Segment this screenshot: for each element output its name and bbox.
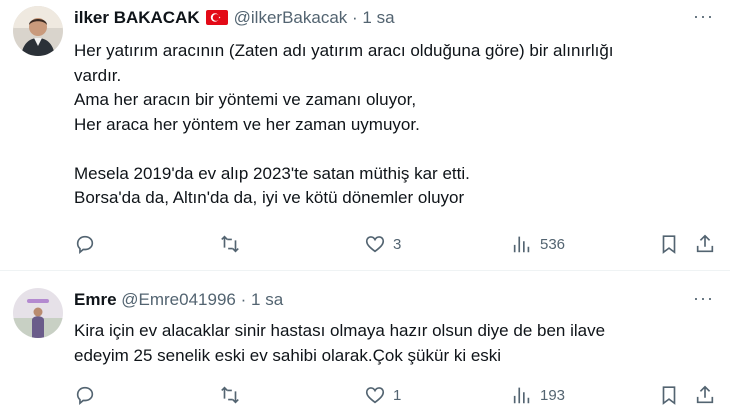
avatar[interactable]: [13, 6, 63, 56]
tweet-text-line: Mesela 2019'da ev alıp 2023'te satan müt…: [74, 163, 470, 183]
like-count: 3: [393, 235, 402, 253]
view-count: 193: [540, 386, 566, 404]
views-button[interactable]: 536: [511, 231, 565, 257]
views-button[interactable]: 193: [511, 382, 565, 408]
timestamp[interactable]: 1 sa: [251, 290, 283, 309]
tweet-text-line: vardır.: [74, 65, 122, 85]
like-count: 1: [393, 386, 402, 404]
tweet-text-line: Her yatırım aracının (Zaten adı yatırım …: [74, 41, 614, 60]
repost-button[interactable]: [219, 231, 248, 257]
separator: ·: [240, 290, 247, 309]
author-name[interactable]: ilker BAKACAK: [74, 8, 200, 27]
tweet-header: ilker BAKACAK @ilkerBakacak · 1 sa: [74, 8, 395, 32]
bookmark-button[interactable]: [658, 382, 680, 408]
share-icon: [696, 385, 714, 404]
like-button[interactable]: 1: [364, 382, 401, 408]
tweet-actions: 1 193: [74, 382, 720, 408]
repost-button[interactable]: [219, 382, 248, 408]
author-name[interactable]: Emre: [74, 290, 117, 309]
tweet-text-line: Ama her aracın bir yöntemi ve zamanı olu…: [74, 90, 417, 109]
reply-button[interactable]: [74, 231, 103, 257]
bookmark-button[interactable]: [658, 231, 680, 257]
reply-icon: [76, 235, 94, 255]
views-icon: [513, 387, 530, 404]
author-handle[interactable]: @ilkerBakacak: [234, 8, 348, 27]
bookmark-icon: [662, 386, 676, 405]
like-icon: [365, 387, 385, 404]
views-icon: [513, 236, 530, 253]
tweet-text-line: [74, 137, 690, 162]
turkey-flag-icon: [205, 10, 228, 25]
view-count: 536: [540, 235, 566, 253]
tweet-text: Her yatırım aracının (Zaten adı yatırım …: [74, 39, 690, 211]
more-icon[interactable]: ···: [693, 6, 714, 27]
tweet-text-line: Her araca her yöntem ve her zaman uymuyo…: [74, 114, 420, 134]
repost-icon: [221, 386, 239, 404]
tweet-text-line: Borsa'da da, Altın'da da, iyi ve kötü dö…: [74, 188, 465, 207]
like-button[interactable]: 3: [364, 231, 401, 257]
tweet-actions: 3 536: [74, 231, 720, 257]
repost-icon: [221, 235, 239, 253]
tweet-header: Emre @Emre041996 · 1 sa: [74, 290, 283, 314]
reply-button[interactable]: [74, 382, 103, 408]
reply-icon: [76, 386, 94, 406]
share-button[interactable]: [694, 382, 716, 408]
tweet[interactable]: Emre @Emre041996 · 1 sa ··· Kira için ev…: [0, 271, 730, 420]
share-button[interactable]: [694, 231, 716, 257]
bookmark-icon: [662, 235, 676, 254]
avatar[interactable]: [13, 288, 63, 338]
tweet[interactable]: ilker BAKACAK @ilkerBakacak · 1 sa ··· He…: [0, 0, 730, 271]
more-icon[interactable]: ···: [693, 288, 714, 309]
like-icon: [365, 236, 385, 253]
separator: ·: [352, 8, 358, 27]
tweet-text: Kira için ev alacaklar sinir hastası olm…: [74, 319, 690, 368]
author-handle[interactable]: @Emre041996: [121, 290, 236, 309]
tweet-text-line: edeyim 25 senelik eski ev sahibi olarak.…: [74, 345, 502, 365]
tweet-text-line: Kira için ev alacaklar sinir hastası olm…: [74, 321, 606, 340]
timestamp[interactable]: 1 sa: [362, 8, 394, 27]
share-icon: [696, 234, 714, 253]
